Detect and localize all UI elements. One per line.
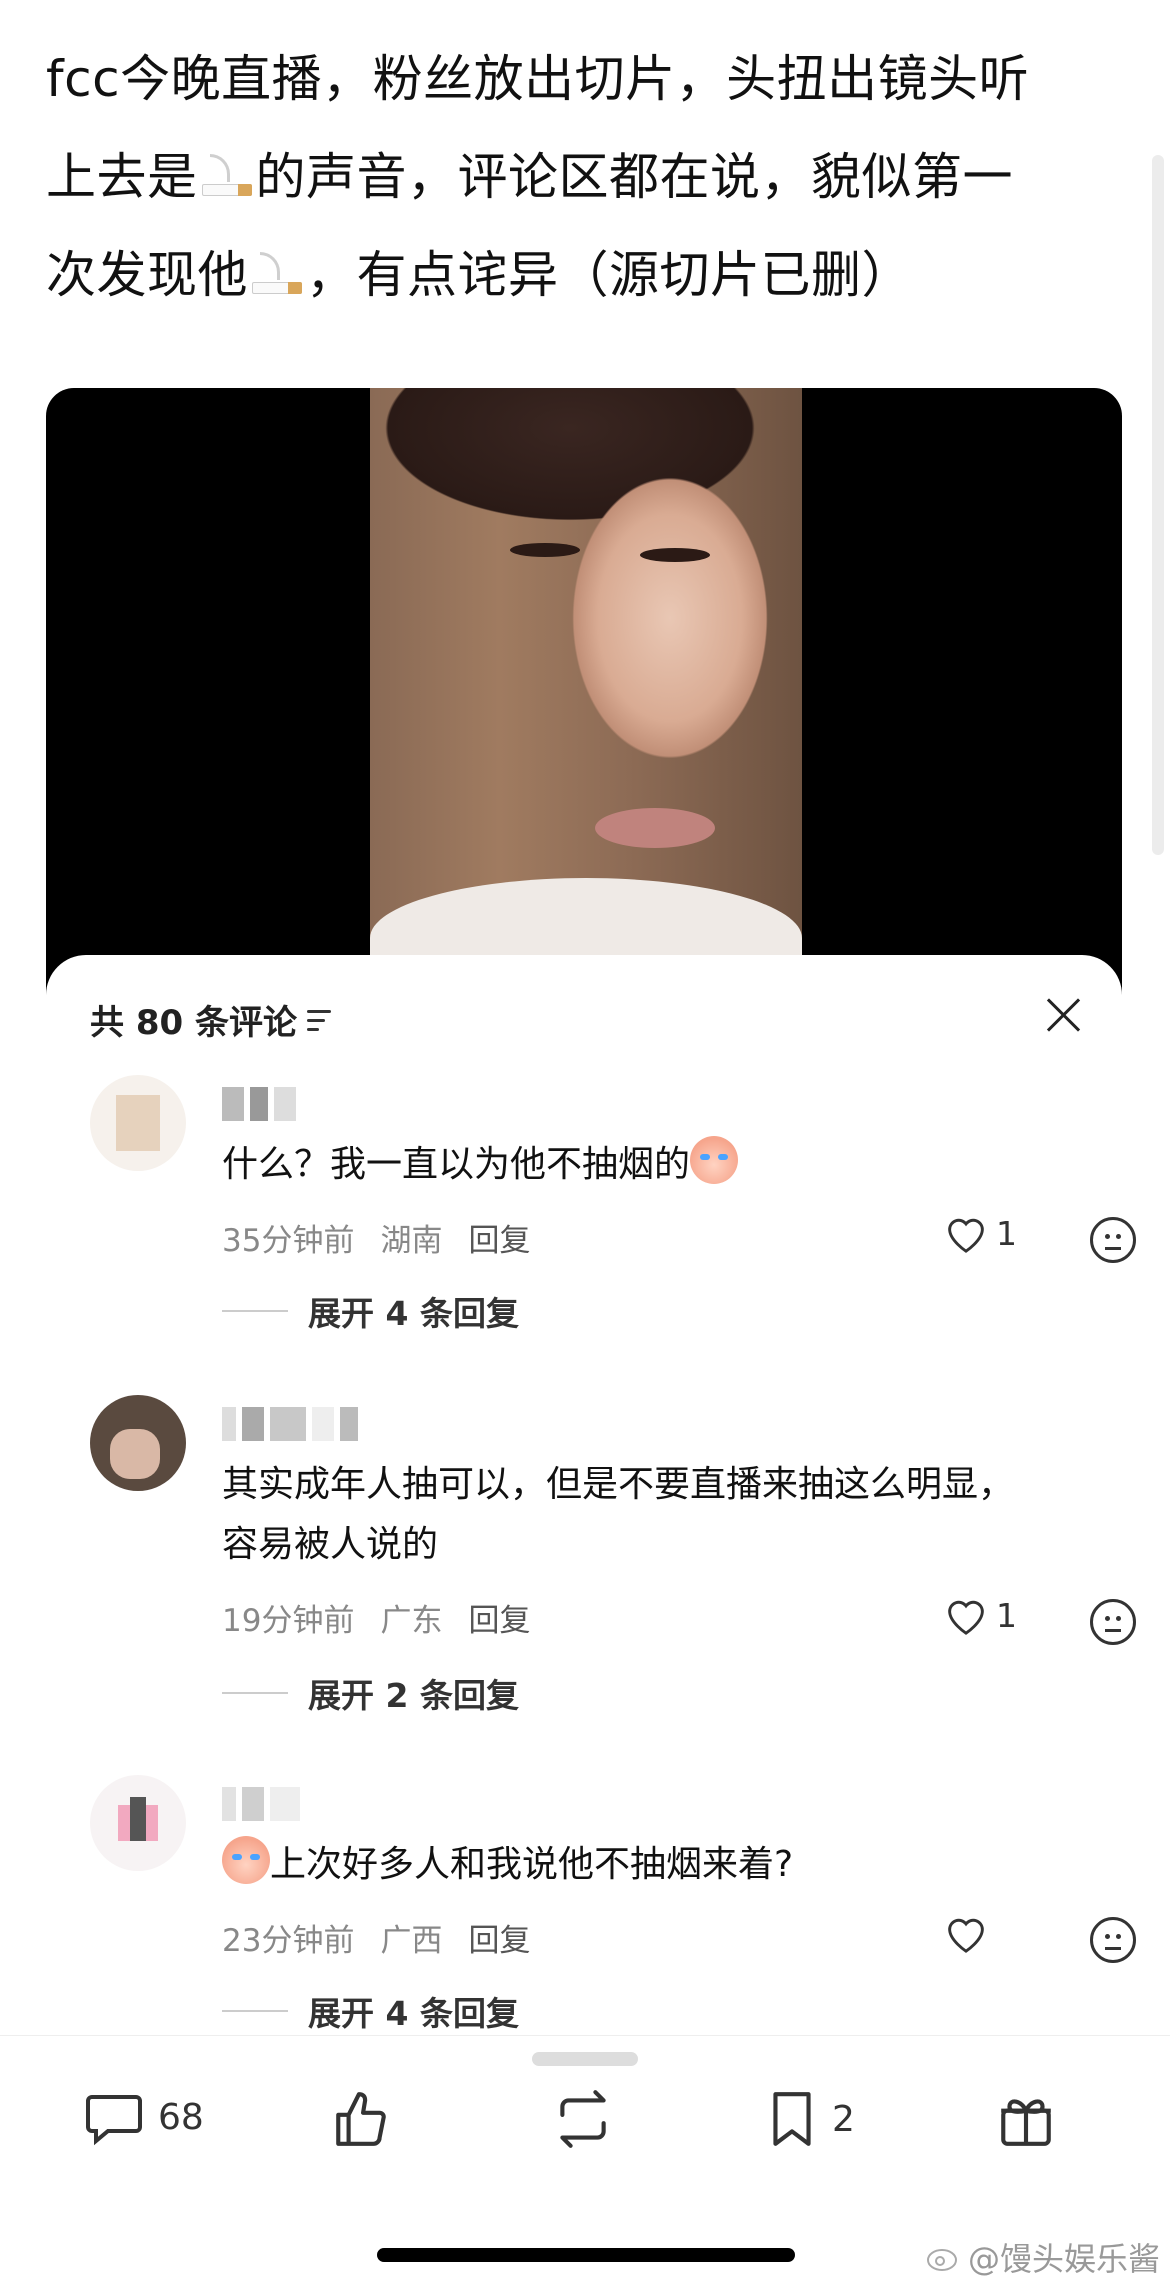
- repost-button[interactable]: [550, 2088, 616, 2150]
- heart-icon: [948, 1600, 984, 1635]
- scrollbar[interactable]: [1152, 155, 1164, 855]
- video-eye: [640, 548, 710, 562]
- repost-icon: [560, 2090, 606, 2148]
- heart-icon: [948, 1218, 984, 1253]
- comment-text: 其实成年人抽可以，但是不要直播来抽这么明显， 容易被人说的: [222, 1464, 1015, 1565]
- comment-item: 什么？我一直以为他不抽烟的 35分钟前 湖南 回复 1 展开 4 条回复: [90, 1075, 1136, 1333]
- comments-sheet: 共 80 条评论 什么？我一直以为他不抽烟的 35分钟前 湖南 回复 1 展开 4 …: [46, 955, 1136, 2035]
- username-blurred[interactable]: [222, 1087, 296, 1121]
- crying-emoji-icon: [690, 1136, 739, 1184]
- expand-replies-button[interactable]: 展开 4 条回复: [222, 1287, 519, 1335]
- heart-icon: [948, 1918, 984, 1953]
- gift-icon: [1001, 2099, 1051, 2146]
- username-blurred[interactable]: [222, 1407, 358, 1441]
- like-button[interactable]: [944, 1913, 988, 1953]
- expand-replies-button[interactable]: 展开 4 条回复: [222, 1987, 519, 2035]
- bookmark-button[interactable]: 2: [766, 2088, 855, 2150]
- video-frame: [370, 388, 802, 998]
- crying-emoji-icon: [222, 1836, 270, 1884]
- post-line-1: fcc今晚直播，粉丝放出切片，头扭出镜头听: [46, 50, 1030, 108]
- username-blurred[interactable]: [222, 1787, 300, 1821]
- avatar[interactable]: [90, 1075, 186, 1171]
- emoji-reaction-icon[interactable]: [1090, 1217, 1136, 1263]
- post-text: fcc今晚直播，粉丝放出切片，头扭出镜头听 上去是 的声音，评论区都在说，貌似第一…: [46, 30, 1126, 324]
- reply-button[interactable]: 回复: [468, 1915, 530, 1960]
- like-button[interactable]: 1: [944, 1213, 1017, 1253]
- comment-text: 什么？我一直以为他不抽烟的: [222, 1135, 1082, 1195]
- bottom-action-bar: 68 2 @馒头娱乐酱: [0, 2035, 1170, 2285]
- like-post-button[interactable]: [330, 2088, 392, 2150]
- post-line-3: 次发现他 ，有点诧异（源切片已删）: [46, 246, 912, 304]
- avatar[interactable]: [90, 1775, 186, 1871]
- weibo-icon: [926, 2249, 957, 2271]
- bookmark-icon: [773, 2092, 811, 2146]
- close-icon[interactable]: [1044, 995, 1082, 1033]
- video-mouth: [595, 808, 715, 848]
- watermark: @馒头娱乐酱: [926, 2234, 1160, 2280]
- comment-item: 其实成年人抽可以，但是不要直播来抽这么明显， 容易被人说的 19分钟前 广东 回复 …: [90, 1395, 1136, 1715]
- video-player[interactable]: [46, 388, 1122, 998]
- avatar[interactable]: [90, 1395, 186, 1491]
- thumbs-up-icon: [336, 2092, 386, 2146]
- filter-icon[interactable]: [307, 1008, 337, 1032]
- video-eye: [510, 543, 580, 557]
- home-indicator: [377, 2248, 795, 2262]
- cigarette-emoji-icon: [198, 152, 256, 204]
- comment-text: 上次好多人和我说他不抽烟来着?: [222, 1835, 1082, 1895]
- comment-button[interactable]: 68: [84, 2088, 204, 2146]
- expand-replies-button[interactable]: 展开 2 条回复: [222, 1669, 519, 1717]
- reply-button[interactable]: 回复: [468, 1215, 530, 1260]
- cigarette-emoji-icon: [248, 250, 306, 302]
- comment-icon: [86, 2095, 142, 2146]
- like-button[interactable]: 1: [944, 1595, 1017, 1635]
- post-line-2: 上去是 的声音，评论区都在说，貌似第一: [46, 148, 1013, 206]
- comments-header: 共 80 条评论: [90, 995, 337, 1044]
- comment-meta: 35分钟前 湖南 回复: [222, 1215, 530, 1260]
- comment-meta: 23分钟前 广西 回复: [222, 1915, 530, 1960]
- gift-button[interactable]: [996, 2088, 1056, 2150]
- reply-button[interactable]: 回复: [468, 1595, 530, 1640]
- sheet-handle[interactable]: [532, 2052, 638, 2066]
- comment-item: 上次好多人和我说他不抽烟来着? 23分钟前 广西 回复 展开 4 条回复: [90, 1775, 1136, 2033]
- emoji-reaction-icon[interactable]: [1090, 1917, 1136, 1963]
- comment-meta: 19分钟前 广东 回复: [222, 1595, 530, 1640]
- emoji-reaction-icon[interactable]: [1090, 1599, 1136, 1645]
